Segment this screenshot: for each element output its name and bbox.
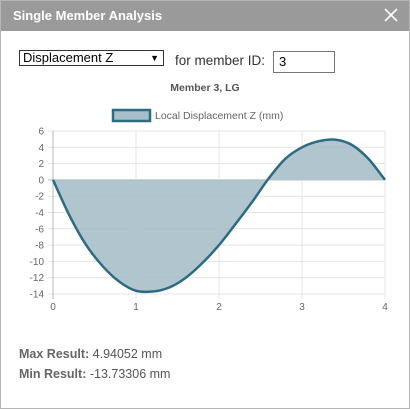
max-result-value: 4.94052 mm [92, 347, 163, 361]
y-tick-label: -6 [35, 224, 44, 235]
x-tick-label: 1 [133, 302, 139, 313]
analysis-dialog: Single Member Analysis Displacement Z ▼ … [0, 0, 410, 409]
legend-swatch[interactable] [111, 108, 152, 123]
min-result-label: Min Result: [19, 367, 87, 381]
result-summary: Max Result: 4.94052 mm Min Result: -13.7… [19, 344, 170, 384]
min-result-row: Min Result: -13.73306 mm [19, 364, 170, 384]
y-tick-label: -2 [35, 192, 44, 203]
title-bar: Single Member Analysis [1, 1, 409, 31]
y-tick-label: -10 [30, 257, 45, 268]
member-id-label: for member ID: [175, 53, 266, 68]
x-tick-label: 3 [299, 302, 305, 313]
y-tick-label: 4 [38, 143, 44, 154]
x-tick-label: 4 [382, 302, 388, 313]
y-tick-label: -8 [35, 241, 44, 252]
member-id-input[interactable]: 3 [273, 51, 335, 73]
min-result-value: -13.73306 mm [89, 367, 171, 381]
y-tick-label: 2 [38, 159, 44, 170]
legend-label[interactable]: Local Displacement Z (mm) [155, 110, 283, 122]
dialog-title: Single Member Analysis [13, 8, 163, 23]
y-tick-label: 6 [38, 127, 44, 138]
chart-container: Member 3, LG Local Displacement Z (mm) 6… [1, 73, 409, 323]
y-tick-label: -4 [35, 208, 44, 219]
close-icon[interactable] [383, 7, 399, 23]
y-tick-label: -14 [30, 290, 45, 301]
result-type-value: Displacement Z [23, 50, 114, 65]
chart-title: Member 3, LG [170, 82, 239, 94]
y-tick-label: -12 [30, 273, 45, 284]
result-type-select[interactable]: Displacement Z ▼ [19, 50, 164, 66]
max-result-row: Max Result: 4.94052 mm [19, 344, 170, 364]
controls-row: Displacement Z ▼ for member ID: 3 [19, 50, 399, 74]
y-tick-label: 0 [38, 175, 44, 186]
displacement-chart: Member 3, LG Local Displacement Z (mm) 6… [30, 82, 389, 313]
x-tick-label: 0 [50, 302, 56, 313]
dropdown-arrow-icon: ▼ [150, 53, 159, 63]
x-tick-label: 2 [216, 302, 222, 313]
max-result-label: Max Result: [19, 347, 90, 361]
